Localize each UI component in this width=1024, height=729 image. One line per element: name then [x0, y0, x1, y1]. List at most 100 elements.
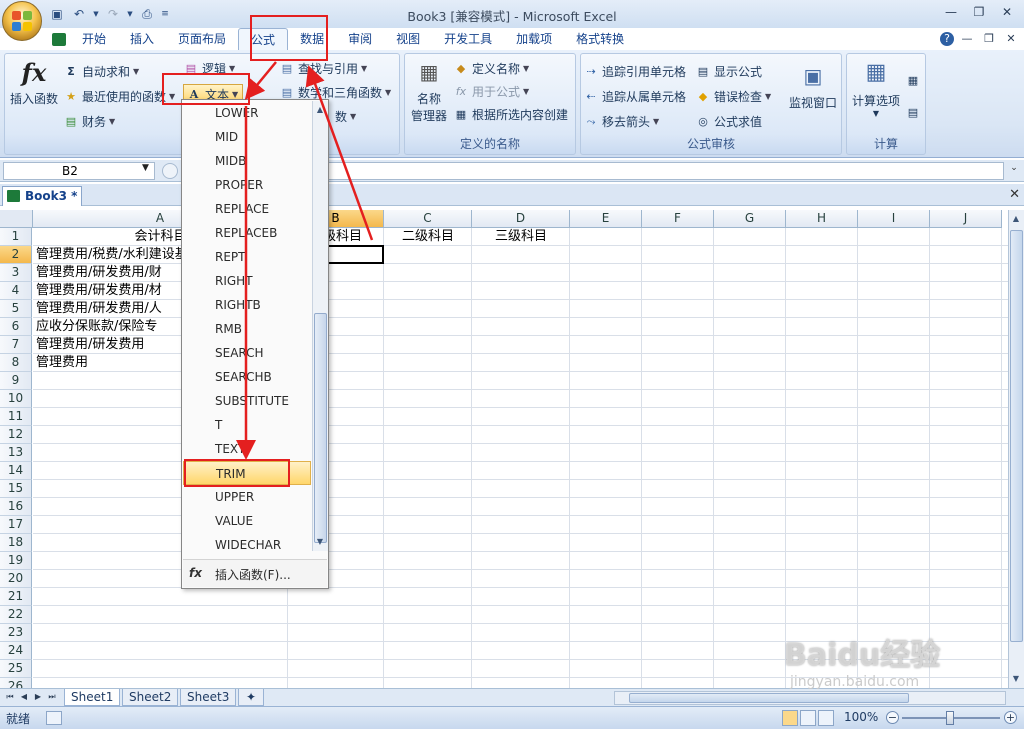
menu-scroll-up-icon[interactable]: ▲ [313, 103, 327, 117]
minimize-icon[interactable]: — [938, 2, 964, 22]
menu-item-rept[interactable]: REPT [183, 245, 311, 269]
minimize-workbook-icon[interactable]: — [958, 30, 976, 48]
create-from-selection-button[interactable]: ▦ 根据所选内容创建 [453, 106, 568, 123]
show-formulas-button[interactable]: ▤ 显示公式 [695, 63, 762, 80]
row-header-22[interactable]: 22 [0, 606, 32, 624]
cell-c1[interactable]: 二级科目 [387, 228, 469, 246]
evaluate-formula-button[interactable]: ◎ 公式求值 [695, 113, 762, 130]
menu-item-mid[interactable]: MID [183, 125, 311, 149]
row-header-2[interactable]: 2 [0, 246, 32, 264]
tab-format-convert[interactable]: 格式转换 [564, 28, 636, 50]
row-header-10[interactable]: 10 [0, 390, 32, 408]
row-header-20[interactable]: 20 [0, 570, 32, 588]
excel-icon[interactable] [48, 28, 70, 50]
close-workbook-icon[interactable]: ✕ [1002, 30, 1020, 48]
calculate-sheet-icon[interactable]: ▤ [905, 104, 921, 120]
menu-item-widechar[interactable]: WIDECHAR [183, 533, 311, 557]
scroll-up-icon[interactable]: ▲ [1009, 212, 1023, 226]
row-header-1[interactable]: 1 [0, 228, 32, 246]
remove-arrows-button[interactable]: ⤳ 移去箭头 ▼ [583, 113, 660, 130]
tab-review[interactable]: 审阅 [336, 28, 384, 50]
select-all-corner[interactable] [0, 210, 33, 228]
row-header-16[interactable]: 16 [0, 498, 32, 516]
row-header-24[interactable]: 24 [0, 642, 32, 660]
row-header-11[interactable]: 11 [0, 408, 32, 426]
row-header-25[interactable]: 25 [0, 660, 32, 678]
name-manager-button[interactable]: ▦ 名称 管理器 [407, 60, 451, 124]
vertical-scrollbar[interactable]: ▲ ▼ [1008, 210, 1024, 688]
column-header-g[interactable]: G [714, 210, 786, 228]
menu-item-t[interactable]: T [183, 413, 311, 437]
last-sheet-icon[interactable]: ⏭ [46, 691, 58, 703]
menu-item-rightb[interactable]: RIGHTB [183, 293, 311, 317]
office-button[interactable] [2, 1, 42, 41]
column-header-d[interactable]: D [472, 210, 570, 228]
sheet-tab-sheet1[interactable]: Sheet1 [64, 689, 121, 706]
column-header-h[interactable]: H [786, 210, 858, 228]
menu-item-substitute[interactable]: SUBSTITUTE [183, 389, 311, 413]
next-sheet-icon[interactable]: ▶ [32, 691, 44, 703]
calculation-options-button[interactable]: ▦ 计算选项 ▼ [849, 60, 903, 118]
menu-item-text[interactable]: TEXT [183, 437, 311, 461]
tab-page-layout[interactable]: 页面布局 [166, 28, 238, 50]
row-header-17[interactable]: 17 [0, 516, 32, 534]
autosum-button[interactable]: Σ 自动求和 ▼ [63, 63, 139, 80]
cell-d1[interactable]: 三级科目 [475, 228, 567, 246]
menu-item-upper[interactable]: UPPER [183, 485, 311, 509]
expand-formula-bar-icon[interactable]: ⌄ [1007, 163, 1021, 179]
horizontal-scroll-thumb[interactable] [629, 693, 909, 703]
help-icon[interactable]: ? [940, 32, 954, 46]
name-box[interactable]: B2 [3, 162, 155, 180]
normal-view-icon[interactable] [782, 710, 798, 726]
menu-item-replaceb[interactable]: REPLACEB [183, 221, 311, 245]
row-header-7[interactable]: 7 [0, 336, 32, 354]
row-header-19[interactable]: 19 [0, 552, 32, 570]
row-header-9[interactable]: 9 [0, 372, 32, 390]
close-workbook-icon[interactable]: ✕ [1009, 187, 1020, 202]
sheet-tab-sheet2[interactable]: Sheet2 [122, 689, 179, 706]
column-header-e[interactable]: E [570, 210, 642, 228]
zoom-out-icon[interactable]: − [886, 711, 899, 724]
macro-record-icon[interactable] [46, 711, 62, 725]
watch-window-button[interactable]: ▣ 监视窗口 [785, 64, 841, 111]
trace-dependents-button[interactable]: ⇠ 追踪从属单元格 [583, 88, 686, 105]
row-header-12[interactable]: 12 [0, 426, 32, 444]
menu-item-value[interactable]: VALUE [183, 509, 311, 533]
row-header-23[interactable]: 23 [0, 624, 32, 642]
prev-sheet-icon[interactable]: ◀ [18, 691, 30, 703]
menu-item-search[interactable]: SEARCH [183, 341, 311, 365]
tab-insert[interactable]: 插入 [118, 28, 166, 50]
sheet-tab-sheet3[interactable]: Sheet3 [180, 689, 237, 706]
use-in-formula-button[interactable]: fx 用于公式 ▼ [453, 83, 529, 100]
tab-addins[interactable]: 加载项 [504, 28, 564, 50]
zoom-level[interactable]: 100% [844, 710, 878, 724]
row-header-26[interactable]: 26 [0, 678, 32, 688]
tab-home[interactable]: 开始 [70, 28, 118, 50]
trace-precedents-button[interactable]: ⇢ 追踪引用单元格 [583, 63, 686, 80]
insert-sheet-icon[interactable]: ✦ [238, 689, 264, 706]
menu-item-rmb[interactable]: RMB [183, 317, 311, 341]
page-break-view-icon[interactable] [818, 710, 834, 726]
name-box-dropdown-icon[interactable]: ▼ [142, 163, 149, 173]
row-header-8[interactable]: 8 [0, 354, 32, 372]
financial-button[interactable]: ▤ 财务 ▼ [63, 113, 115, 130]
restore-workbook-icon[interactable]: ❐ [980, 30, 998, 48]
row-header-15[interactable]: 15 [0, 480, 32, 498]
page-layout-view-icon[interactable] [800, 710, 816, 726]
menu-item-proper[interactable]: PROPER [183, 173, 311, 197]
menu-item-right[interactable]: RIGHT [183, 269, 311, 293]
zoom-in-icon[interactable]: + [1004, 711, 1017, 724]
column-header-f[interactable]: F [642, 210, 714, 228]
error-checking-button[interactable]: ◆ 错误检查 ▼ [695, 88, 771, 105]
more-functions-button[interactable]: 数 ▼ [335, 108, 356, 125]
menu-scroll-thumb[interactable] [314, 313, 327, 543]
row-header-14[interactable]: 14 [0, 462, 32, 480]
first-sheet-icon[interactable]: ⏮ [4, 691, 16, 703]
formula-cancel-icon[interactable] [162, 163, 178, 179]
menu-item-replace[interactable]: REPLACE [183, 197, 311, 221]
worksheet-grid[interactable]: ABCDEFGHIJ 1 2 3 4 5 6 7 8 9 10 11 12 13 14 15 16 17 18 19… [0, 210, 1008, 688]
menu-scrollbar[interactable]: ▲ ▼ [312, 101, 328, 551]
define-name-button[interactable]: ◆ 定义名称 ▼ [453, 60, 529, 77]
restore-icon[interactable]: ❐ [966, 2, 992, 22]
menu-insert-function[interactable]: fx 插入函数(F)... [183, 559, 327, 587]
